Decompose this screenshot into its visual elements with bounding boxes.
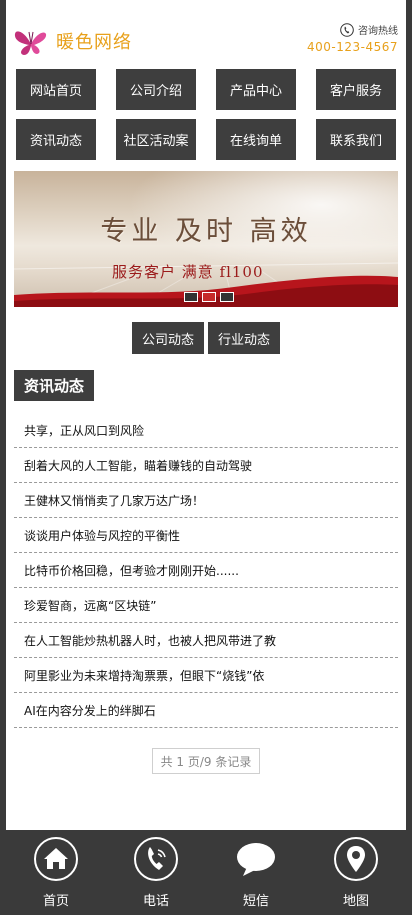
logo[interactable]: 暖色网络 bbox=[12, 24, 132, 58]
phone-small-icon bbox=[340, 22, 354, 37]
footer-map-label: 地图 bbox=[342, 894, 369, 909]
list-item[interactable]: 珍爱智商，远离“区块链” bbox=[14, 588, 398, 623]
pagination-info: 共 1 页/9 条记录 bbox=[151, 748, 261, 774]
banner-subtitle: 服务客户 满意 fl100 bbox=[112, 263, 264, 281]
hotline[interactable]: 咨询热线 400-123-4567 bbox=[307, 22, 398, 54]
list-item[interactable]: 王健林又悄悄卖了几家万达广场！ bbox=[14, 483, 398, 518]
nav-inquiry[interactable]: 在线询单 bbox=[216, 119, 296, 160]
hotline-label: 咨询热线 bbox=[358, 26, 398, 37]
slider-dots bbox=[184, 292, 234, 302]
nav-service[interactable]: 客户服务 bbox=[316, 69, 396, 110]
nav-home[interactable]: 网站首页 bbox=[16, 69, 96, 110]
footer-phone[interactable]: 电话 bbox=[106, 830, 206, 915]
nav-contact[interactable]: 联系我们 bbox=[316, 119, 396, 160]
footer-map[interactable]: 地图 bbox=[306, 830, 406, 915]
butterfly-logo-icon bbox=[14, 31, 47, 55]
nav-row-2: 资讯动态 社区活动案 在线询单 联系我们 bbox=[6, 119, 406, 160]
list-item[interactable]: 比特币价格回稳，但考验才刚刚开始...... bbox=[14, 553, 398, 588]
banner-title: 专业 及时 高效 bbox=[100, 216, 312, 247]
header: 暖色网络 咨询热线 400-123-4567 bbox=[6, 0, 406, 64]
slider-dot-3[interactable] bbox=[220, 292, 234, 302]
nav-community[interactable]: 社区活动案 bbox=[116, 119, 196, 160]
footer-home[interactable]: 首页 bbox=[6, 830, 106, 915]
pagination: 共 1 页/9 条记录 bbox=[6, 748, 406, 774]
banner-slider[interactable]: 专业 及时 高效 服务客户 满意 fl100 bbox=[14, 171, 398, 307]
footer-phone-label: 电话 bbox=[142, 894, 169, 909]
nav-about[interactable]: 公司介绍 bbox=[116, 69, 196, 110]
nav-products[interactable]: 产品中心 bbox=[216, 69, 296, 110]
list-item[interactable]: 谈谈用户体验与风控的平衡性 bbox=[14, 518, 398, 553]
message-icon bbox=[237, 843, 275, 876]
list-item[interactable]: 刮着大风的人工智能，瞄着赚钱的自动驾驶 bbox=[14, 448, 398, 483]
slider-dot-1[interactable] bbox=[184, 292, 198, 302]
home-icon bbox=[34, 837, 78, 881]
main-nav: 网站首页 公司介绍 产品中心 客户服务 资讯动态 社区活动案 在线询单 联系我们 bbox=[6, 69, 406, 169]
section-title: 资讯动态 bbox=[14, 370, 95, 401]
list-item[interactable]: 在人工智能炒热机器人时，也被人把风带进了教 bbox=[14, 623, 398, 658]
nav-news[interactable]: 资讯动态 bbox=[16, 119, 96, 160]
logo-text: 暖色网络 bbox=[56, 32, 132, 53]
footer-sms-label: 短信 bbox=[242, 894, 269, 909]
bottom-nav: 首页 电话 短信 地图 bbox=[6, 830, 406, 915]
map-pin-icon bbox=[334, 837, 378, 881]
page: 暖色网络 咨询热线 400-123-4567 网站首页 公司介绍 产品中心 客户… bbox=[6, 0, 406, 830]
tab-company-news[interactable]: 公司动态 bbox=[131, 322, 204, 354]
list-item[interactable]: 阿里影业为未来增持淘票票，但眼下“烧钱”依 bbox=[14, 658, 398, 693]
list-item[interactable]: AI在内容分发上的绊脚石 bbox=[14, 693, 398, 728]
slider-dot-2[interactable] bbox=[202, 292, 216, 302]
phone-icon bbox=[134, 837, 178, 881]
hotline-number: 400-123-4567 bbox=[306, 40, 398, 54]
list-item[interactable]: 共享，正从风口到风险 bbox=[14, 413, 398, 448]
nav-row-1: 网站首页 公司介绍 产品中心 客户服务 bbox=[6, 69, 406, 110]
footer-home-label: 首页 bbox=[42, 894, 69, 909]
footer-sms[interactable]: 短信 bbox=[206, 830, 306, 915]
news-tabs: 公司动态 行业动态 bbox=[6, 322, 406, 354]
news-list: 共享，正从风口到风险 刮着大风的人工智能，瞄着赚钱的自动驾驶 王健林又悄悄卖了几… bbox=[14, 413, 398, 728]
tab-industry-news[interactable]: 行业动态 bbox=[208, 322, 281, 354]
